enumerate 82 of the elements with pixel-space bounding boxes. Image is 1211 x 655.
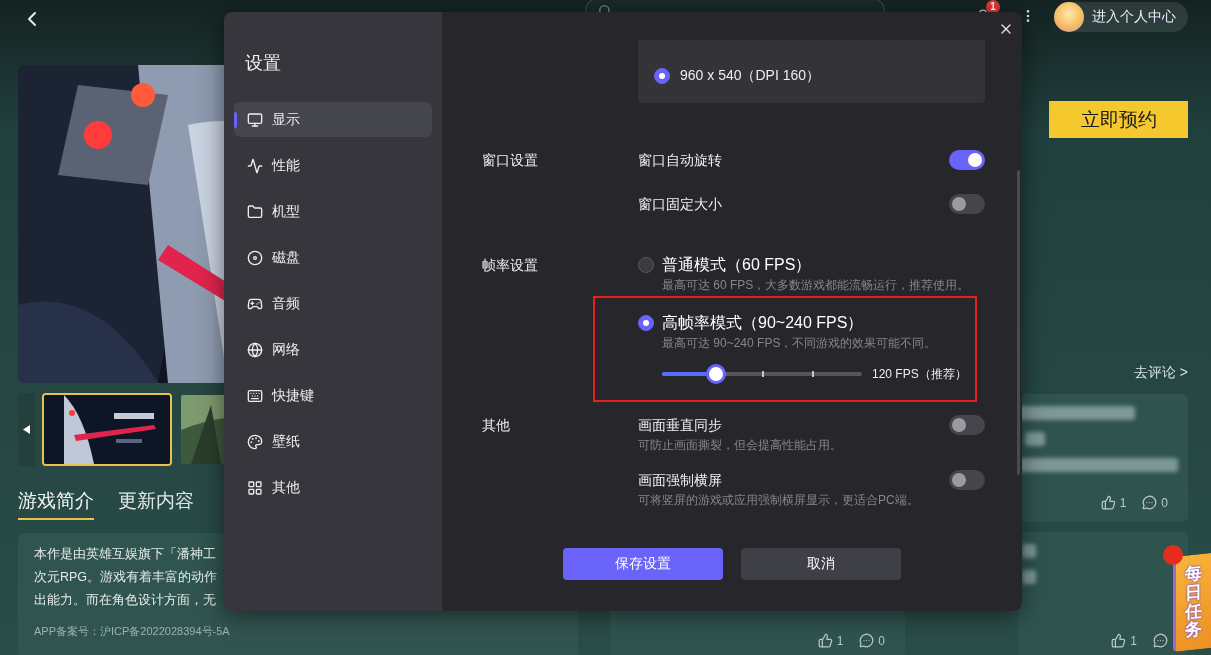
comment-icon[interactable]	[1142, 495, 1158, 510]
tab[interactable]: 游戏简介	[18, 488, 94, 520]
keyboard-icon	[247, 387, 263, 404]
setting-label: 画面垂直同步	[638, 416, 723, 435]
setting-description: 可防止画面撕裂，但会提高性能占用。	[638, 437, 842, 454]
nav-label: 快捷键	[272, 386, 314, 405]
nav-item[interactable]: 壁纸	[234, 424, 432, 459]
triangle-left-icon	[23, 425, 30, 434]
scrollbar-thumb[interactable]	[1017, 170, 1020, 475]
disc-icon	[247, 249, 263, 266]
toggle-switch[interactable]	[949, 194, 985, 214]
activity-icon	[247, 157, 263, 174]
setting-label: 画面强制横屏	[638, 471, 723, 490]
radio-button[interactable]	[638, 257, 654, 273]
section-label: 其他	[482, 416, 511, 435]
setting-label: 窗口自动旋转	[638, 151, 722, 170]
nav-label: 壁纸	[272, 432, 300, 451]
dialog-title: 设置	[245, 52, 282, 74]
nav-item[interactable]: 其他	[234, 470, 432, 505]
resolution-label: 960 x 540（DPI 160）	[680, 67, 821, 85]
comment-link[interactable]: 去评论 >	[1133, 364, 1188, 382]
nav-item[interactable]: 磁盘	[234, 240, 432, 275]
setting-label: 窗口固定大小	[638, 195, 722, 214]
description-line: 次元RPG。游戏有着丰富的动作	[34, 569, 219, 586]
toggle-switch[interactable]	[949, 415, 985, 435]
toggle-switch[interactable]	[949, 470, 985, 490]
nav-item[interactable]: 音频	[234, 286, 432, 321]
comment-icon[interactable]	[1153, 633, 1168, 648]
nav-label: 音频	[272, 294, 300, 313]
like-icon[interactable]	[1100, 495, 1116, 510]
comment-icon[interactable]	[859, 633, 875, 648]
option-description: 最高可达 90~240 FPS，不同游戏的效果可能不同。	[662, 335, 938, 352]
like-count: 1	[1119, 495, 1127, 510]
tick-mark	[812, 371, 814, 377]
setting-description: 可将竖屏的游戏或应用强制横屏显示，更适合PC端。	[638, 492, 919, 509]
section-label: 帧率设置	[482, 256, 539, 275]
nav-label: 机型	[272, 202, 300, 221]
nav-item[interactable]: 机型	[234, 194, 432, 229]
nav-item[interactable]: 网络	[234, 332, 432, 367]
nav-label: 性能	[272, 156, 300, 175]
toggle-switch[interactable]	[949, 150, 985, 170]
like-count: 1	[836, 633, 844, 648]
nav-label: 显示	[272, 110, 300, 129]
profile-button[interactable]: 进入个人中心	[1054, 2, 1188, 32]
nav-label: 其他	[272, 478, 300, 497]
nav-item[interactable]: 快捷键	[234, 378, 432, 413]
like-count: 1	[1130, 633, 1137, 648]
like-icon[interactable]	[1111, 633, 1127, 648]
slider-thumb[interactable]	[706, 364, 726, 384]
blurred-text	[1022, 544, 1036, 558]
blurred-text	[1025, 432, 1045, 446]
nav-item[interactable]: 显示	[234, 102, 432, 137]
reserve-button[interactable]: 立即预约	[1049, 101, 1188, 138]
nav-item[interactable]: 性能	[234, 148, 432, 183]
nav-label: 磁盘	[272, 248, 300, 267]
grid-icon	[247, 479, 263, 496]
tick-mark	[762, 371, 764, 377]
description-line: 出能力。而在角色设计方面，无	[34, 592, 217, 609]
palette-icon	[247, 433, 263, 450]
nav-label: 网络	[272, 340, 300, 359]
radio-button[interactable]	[654, 68, 670, 84]
option-label: 普通模式（60 FPS）	[662, 254, 812, 275]
save-button[interactable]: 保存设置	[563, 548, 723, 580]
option-label: 高帧率模式（90~240 FPS）	[662, 312, 864, 333]
radio-button[interactable]	[638, 315, 654, 331]
option-description: 最高可达 60 FPS，大多数游戏都能流畅运行，推荐使用。	[662, 277, 971, 294]
cancel-button[interactable]: 取消	[741, 548, 901, 580]
slider[interactable]	[662, 364, 862, 384]
like-icon[interactable]	[817, 633, 833, 648]
avatar	[1054, 2, 1084, 32]
slider-reading: 120 FPS（推荐）	[872, 365, 967, 383]
section-label: 窗口设置	[482, 151, 539, 170]
monitor-icon	[247, 111, 263, 128]
previous-button[interactable]	[18, 393, 35, 466]
record-number: APP备案号：沪ICP备2022028394号-5A	[34, 624, 231, 639]
globe-icon	[247, 341, 263, 358]
comment-count: 0	[1161, 495, 1168, 510]
comment-count: 0	[878, 633, 885, 648]
tab[interactable]: 更新内容	[118, 488, 194, 520]
folder-icon	[247, 203, 263, 220]
description-line: 本作是由英雄互娱旗下「潘神工	[34, 546, 217, 563]
blurred-text	[1022, 570, 1036, 584]
